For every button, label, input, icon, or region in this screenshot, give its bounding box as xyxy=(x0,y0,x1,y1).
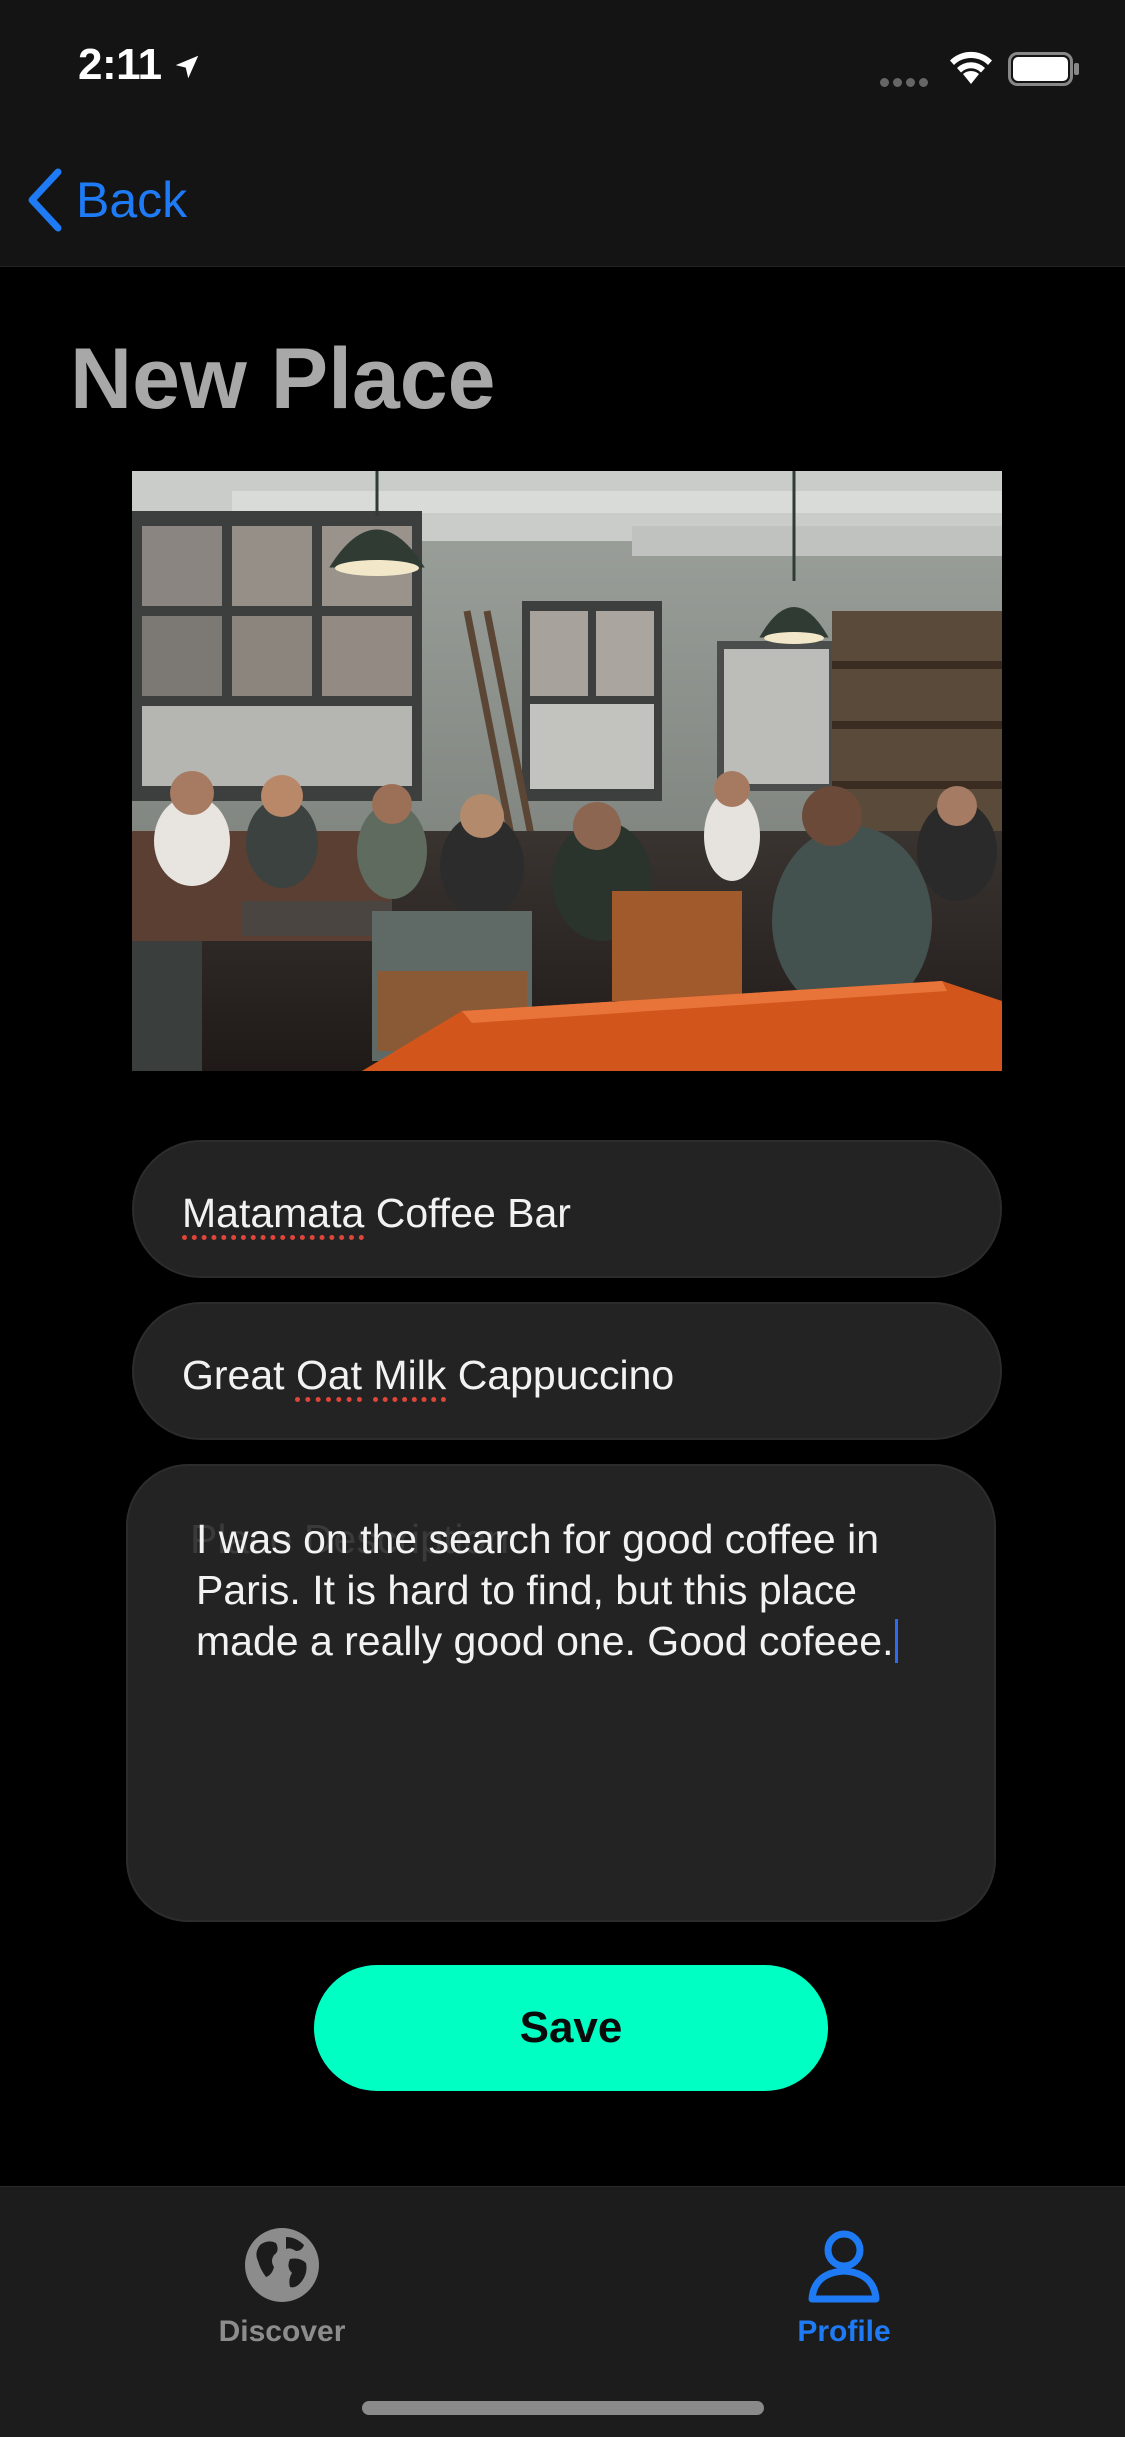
misspelled-word: Matamata xyxy=(182,1190,365,1236)
cafe-interior-image xyxy=(132,471,1002,1071)
globe-icon xyxy=(245,2228,319,2302)
tab-profile[interactable]: Profile xyxy=(714,2205,974,2355)
save-button[interactable]: Save xyxy=(314,1965,828,2091)
tab-discover-label: Discover xyxy=(218,2315,346,2348)
place-photo[interactable] xyxy=(132,471,1002,1071)
tab-bar: Discover Profile xyxy=(0,2186,1125,2437)
place-subtitle-value: Great Oat Milk Cappuccino xyxy=(182,1352,674,1399)
status-bar: 2:11 xyxy=(0,0,1125,132)
description-text: I was on the search for good coffee in P… xyxy=(196,1514,956,1667)
status-time: 2:11 xyxy=(78,40,162,89)
chevron-left-icon xyxy=(28,168,62,232)
place-description-textarea[interactable]: Place Description I was on the search fo… xyxy=(126,1464,996,1922)
subtitle-part xyxy=(362,1352,373,1398)
text-cursor xyxy=(895,1619,899,1663)
person-icon xyxy=(808,2230,880,2303)
misspelled-word: Milk xyxy=(373,1352,447,1398)
tab-profile-label: Profile xyxy=(797,2315,891,2348)
misspelled-word: Oat xyxy=(295,1352,363,1398)
back-button[interactable]: Back xyxy=(24,168,187,232)
subtitle-part: Cappuccino xyxy=(446,1352,675,1398)
description-value: I was on the search for good coffee in P… xyxy=(196,1516,894,1664)
navigation-bar: Back xyxy=(0,132,1125,267)
back-label: Back xyxy=(76,172,188,228)
name-rest: Coffee Bar xyxy=(364,1190,571,1236)
tab-discover[interactable]: Discover xyxy=(152,2205,412,2355)
place-name-value: Matamata Coffee Bar xyxy=(182,1190,571,1237)
subtitle-part: Great xyxy=(182,1352,296,1398)
home-indicator xyxy=(362,2401,764,2415)
save-label: Save xyxy=(519,2003,623,2052)
wifi-icon xyxy=(950,51,992,84)
battery-icon xyxy=(1008,52,1079,86)
place-name-field[interactable]: Matamata Coffee Bar xyxy=(132,1140,1002,1278)
place-subtitle-field[interactable]: Great Oat Milk Cappuccino xyxy=(132,1302,1002,1440)
page-title: New Place xyxy=(70,331,496,427)
cellular-signal-icon xyxy=(880,74,936,87)
location-arrow-icon xyxy=(175,55,199,79)
